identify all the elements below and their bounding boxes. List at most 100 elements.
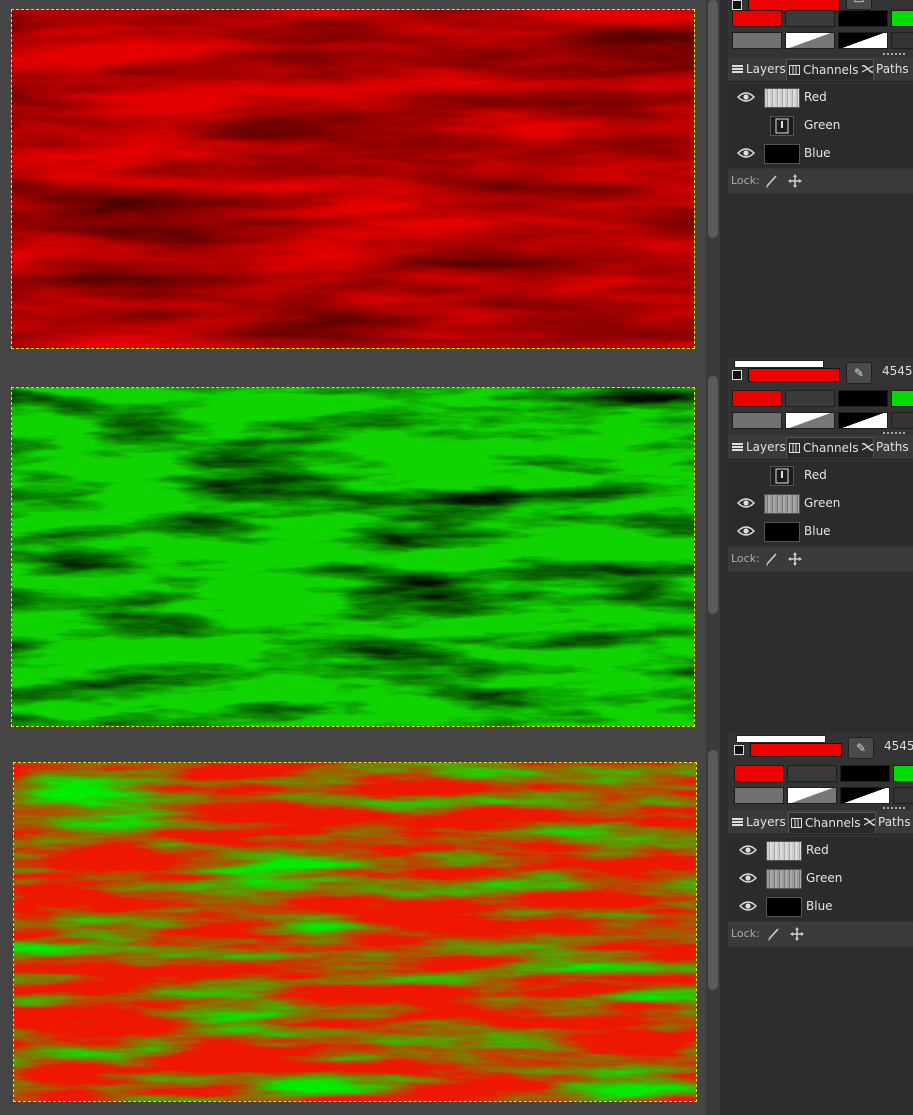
eye-icon[interactable] [739,900,757,912]
gradient-swatch-3[interactable] [891,32,913,49]
channel-row-green[interactable]: Green [728,865,913,893]
pane-divider-2[interactable] [720,366,728,740]
eye-icon[interactable] [739,872,757,884]
channel-row-red[interactable]: Red [728,462,913,490]
gradient-swatch-2[interactable] [838,412,888,429]
channels-icon [789,65,800,75]
foreground-color-bar[interactable] [750,743,842,757]
gradient-swatch-1[interactable] [787,787,837,804]
lock-pixels-icon[interactable] [764,551,780,567]
scrollbar-thumb-3[interactable] [708,750,718,990]
dock-panel-1: ▭ Layers Channels Paths Red [728,0,913,366]
channel-thumbnail [764,522,800,542]
channel-row-blue[interactable]: Blue [728,518,913,546]
red-texture [12,10,694,348]
tab-paths[interactable]: Paths [860,59,913,79]
scrollbar-thumb-2[interactable] [708,376,718,614]
lock-position-icon[interactable] [789,926,805,942]
paths-icon [862,64,873,73]
eye-icon[interactable] [737,147,755,159]
scrollbar-thumb-1[interactable] [708,0,718,238]
canvas-area-1[interactable] [0,0,706,366]
lock-pixels-icon[interactable] [766,926,782,942]
tab-paths[interactable]: Paths [860,437,913,457]
gradient-swatch-3[interactable] [891,412,913,429]
foreground-color-bar[interactable] [748,368,840,382]
channel-row-green[interactable]: Green [728,490,913,518]
lock-row-3: Lock: [728,922,913,946]
swatch-red[interactable] [734,765,784,782]
paths-icon [864,817,875,826]
swatch-gray[interactable] [734,787,784,804]
default-colors-icon[interactable] [732,370,742,380]
canvas-area-3[interactable] [0,740,706,1115]
lock-position-icon[interactable] [787,551,803,567]
size-value[interactable]: 4545 [882,364,913,378]
channel-list-3: Red Green Blue [728,837,913,921]
brush-edit-button[interactable]: ✎ [848,737,874,759]
vertical-scrollbar-2[interactable] [706,366,720,740]
gradient-swatch-3[interactable] [893,787,913,804]
swatch-gray[interactable] [732,32,782,49]
channel-thumbnail [766,869,802,889]
pane-divider-1[interactable] [720,0,728,366]
tab-paths[interactable]: Paths [862,812,913,832]
channel-row-green[interactable]: Green [728,112,913,140]
dock-empty-area-1 [728,194,913,366]
swatch-red[interactable] [732,10,782,27]
swatch-black[interactable] [838,390,888,407]
canvas-image-green[interactable] [11,387,695,727]
swatch-gray[interactable] [732,412,782,429]
gradient-swatch-1[interactable] [785,412,835,429]
swatch-dark-gray[interactable] [785,10,835,27]
eye-icon[interactable] [737,525,755,537]
default-colors-icon[interactable] [734,745,744,755]
canvas-image-red[interactable] [11,9,695,349]
eye-icon[interactable] [739,844,757,856]
lock-position-icon[interactable] [787,173,803,189]
canvas-area-2[interactable] [0,366,706,740]
brush-edit-button[interactable]: ✎ [846,362,872,384]
swatch-dark-gray[interactable] [787,765,837,782]
dock-panel-3: ✎ 4545 Layers Channels Paths Red Green B… [728,733,913,1115]
background-color-bar[interactable] [734,360,824,368]
layers-icon [732,443,743,451]
channel-row-red[interactable]: Red [728,837,913,865]
lock-row-1: Lock: [728,169,913,193]
channels-icon [789,443,800,453]
swatch-green[interactable] [891,390,913,407]
size-value[interactable]: 4545 [884,739,913,753]
swatch-green[interactable] [893,765,913,782]
palette-swatches [728,763,913,811]
gradient-swatch-2[interactable] [838,32,888,49]
canvas-image-orange[interactable] [13,762,697,1102]
channel-row-blue[interactable]: Blue [728,893,913,921]
swatch-dark-gray[interactable] [785,390,835,407]
channel-thumbnail [770,116,794,136]
background-color-bar[interactable] [736,735,826,743]
lock-row-2: Lock: [728,547,913,571]
gradient-swatch-1[interactable] [785,32,835,49]
green-texture [12,388,694,726]
swatch-red[interactable] [732,390,782,407]
fg-bg-color-widget[interactable] [730,360,840,388]
eye-icon[interactable] [737,497,755,509]
swatch-black[interactable] [840,765,890,782]
channels-icon [791,818,802,828]
swatch-black[interactable] [838,10,888,27]
vertical-scrollbar-1[interactable] [706,0,720,366]
channel-row-red[interactable]: Red [728,84,913,112]
layers-icon [732,65,743,73]
fg-bg-color-widget[interactable] [732,735,842,763]
gradient-swatch-2[interactable] [840,787,890,804]
channel-thumbnail [766,841,802,861]
vertical-scrollbar-3[interactable] [706,740,720,1115]
swatch-green[interactable] [891,10,913,27]
lock-pixels-icon[interactable] [764,173,780,189]
channel-thumbnail [764,494,800,514]
pane-divider-3[interactable] [720,740,728,1115]
channel-list-1: Red Green Blue [728,84,913,168]
eye-icon[interactable] [737,91,755,103]
dock-tabs-1: Layers Channels Paths [728,57,913,82]
channel-row-blue[interactable]: Blue [728,140,913,168]
